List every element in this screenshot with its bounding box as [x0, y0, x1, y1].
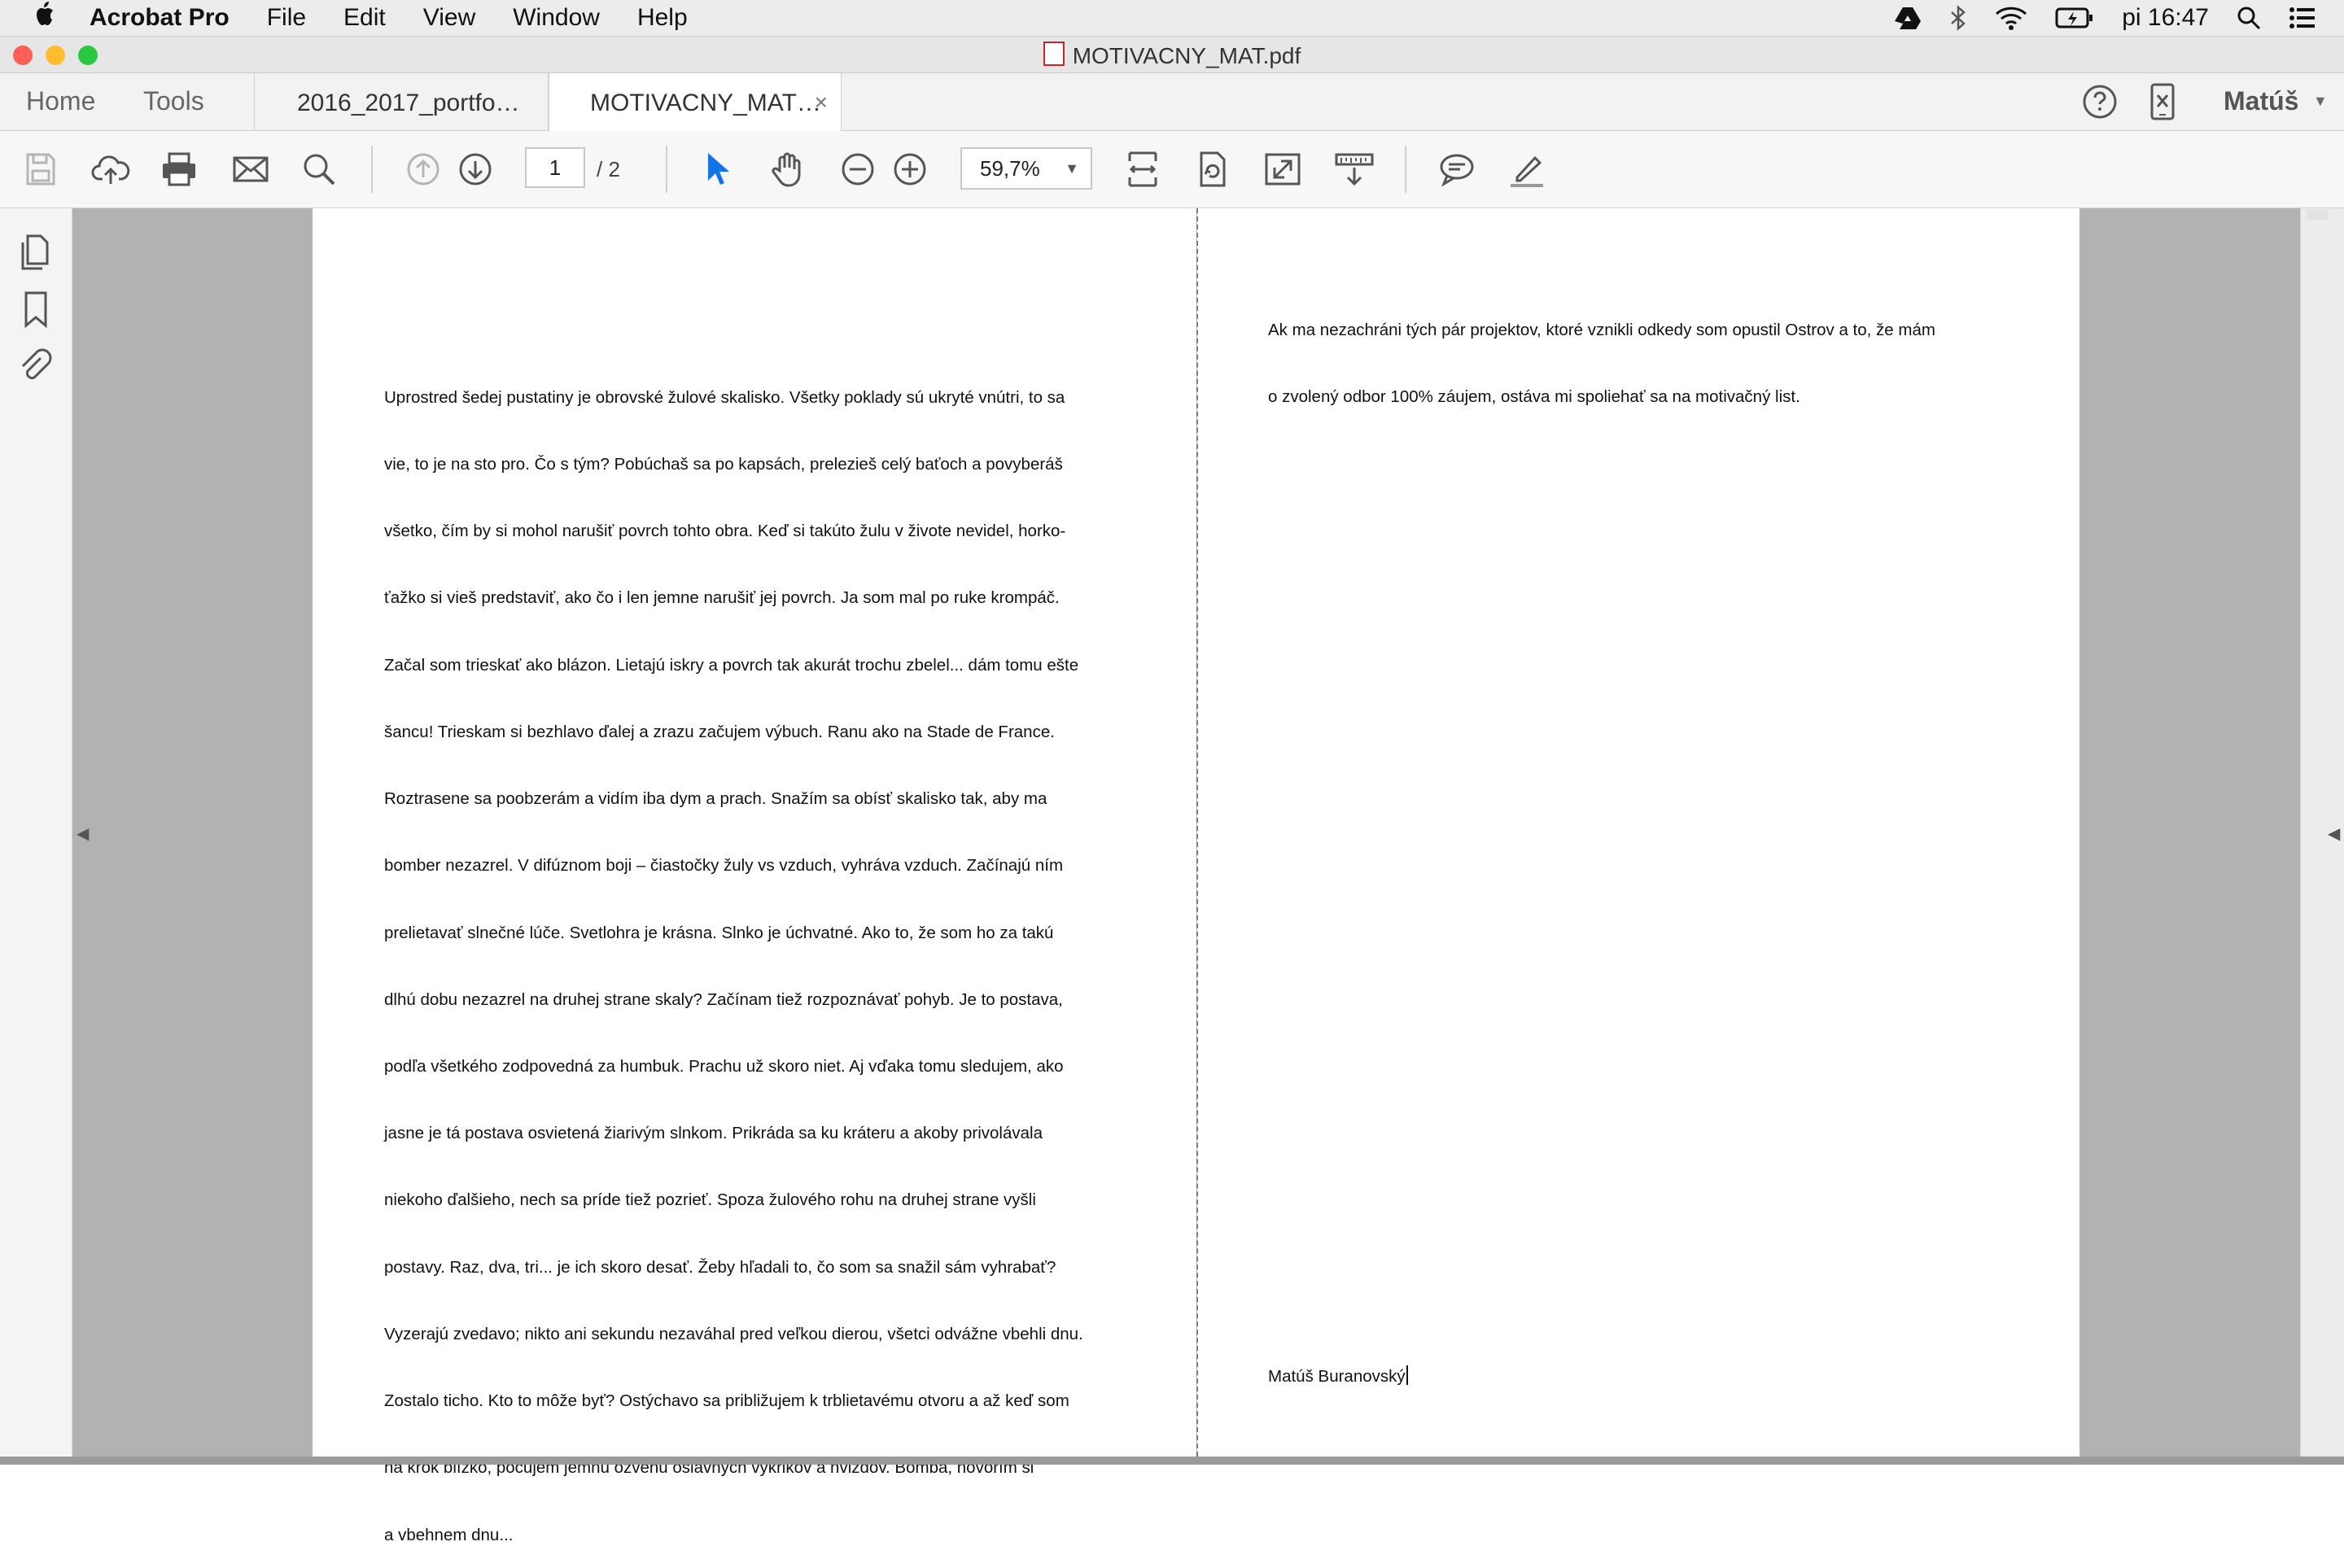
text-line: Začal som trieskať ako blázon. Lietajú i… [384, 655, 1079, 675]
text-line: Zostalo ticho. Kto to môže byť? Ostýchav… [384, 1391, 1069, 1411]
close-tab-icon[interactable]: × [815, 90, 828, 116]
bookmarks-icon[interactable] [16, 290, 55, 329]
rotate-view-icon[interactable] [1193, 150, 1232, 189]
text-line: Roztrasene sa poobzerám a vidím iba dym … [384, 789, 1047, 809]
hand-tool-icon[interactable] [768, 150, 807, 189]
page-divider [1196, 208, 1198, 1465]
menu-help[interactable]: Help [637, 4, 688, 32]
text-line: šancu! Trieskam si bezhlavo ďalej a zraz… [384, 722, 1055, 741]
signature-text: Matúš Buranovský [1268, 1367, 1406, 1386]
menu-view[interactable]: View [423, 4, 475, 32]
zoom-in-icon[interactable] [890, 150, 929, 189]
toolbar-divider [1405, 146, 1406, 193]
menu-edit[interactable]: Edit [343, 4, 386, 32]
page-total: / 2 [597, 157, 620, 181]
battery-icon[interactable] [2055, 7, 2094, 29]
document-tab-label: MOTIVACNY_MAT… [590, 90, 821, 116]
page-thumbnails-icon[interactable] [16, 233, 55, 272]
page-2-body-text: Ak ma nezachráni tých pár projektov, kto… [1268, 274, 1935, 430]
window-title-text: MOTIVACNY_MAT.pdf [1072, 43, 1301, 68]
google-drive-icon[interactable] [1894, 6, 1922, 30]
previous-page-icon[interactable] [404, 150, 443, 189]
text-line: a vbehnem dnu... [384, 1525, 514, 1544]
bluetooth-icon[interactable] [1949, 5, 1967, 31]
cloud-upload-icon[interactable] [91, 150, 130, 189]
search-icon[interactable] [300, 150, 339, 189]
text-line: ťažko si vieš predstaviť, ako čo i len j… [384, 588, 1060, 608]
text-line: o zvolený odbor 100% záujem, ostáva mi s… [1268, 387, 1800, 407]
scroll-mode-icon[interactable] [1335, 150, 1374, 189]
clock[interactable]: pi 16:47 [2122, 4, 2209, 32]
text-line: vie, to je na sto pro. Čo s tým? Pobúcha… [384, 455, 1063, 474]
menu-file[interactable]: File [267, 4, 306, 32]
navigation-pane [0, 208, 72, 1465]
signature-line[interactable]: Matúš Buranovský [1268, 1365, 1408, 1387]
save-icon[interactable] [21, 150, 60, 189]
page-number-input[interactable]: 1 [525, 147, 585, 188]
text-line: Uprostred šedej pustatiny je obrovské žu… [384, 387, 1065, 407]
next-page-icon[interactable] [456, 150, 495, 189]
window-title: MOTIVACNY_MAT.pdf [0, 41, 2344, 69]
page-1-body-text: Uprostred šedej pustatiny je obrovské žu… [384, 342, 1133, 1568]
main-toolbar: 1 / 2 59,7% ▼ [0, 131, 2344, 208]
text-line: podľa všetkého zodpovedná za humbuk. Pra… [384, 1057, 1064, 1076]
email-icon[interactable] [231, 150, 270, 189]
tab-tools[interactable]: Tools [143, 86, 204, 116]
text-line: prelietavať slnečné lúče. Svetlohra je k… [384, 923, 1054, 942]
pdf-file-icon [1043, 41, 1065, 66]
menu-window[interactable]: Window [513, 4, 600, 32]
highlight-pen-icon[interactable] [1507, 150, 1546, 189]
window-title-bar: MOTIVACNY_MAT.pdf [0, 37, 2344, 73]
zoom-out-icon[interactable] [838, 150, 877, 189]
tab-bar: Home Tools 2016_2017_portfo… MOTIVACNY_M… [0, 73, 2344, 131]
text-line: jasne je tá postava osvietená žiarivým s… [384, 1124, 1043, 1143]
window-bottom-edge [0, 1457, 2344, 1465]
text-line: Vyzerajú zvedavo; nikto ani sekundu neza… [384, 1324, 1083, 1343]
document-tab-motivacny[interactable]: MOTIVACNY_MAT… × [549, 73, 842, 131]
apple-menu-icon[interactable] [0, 0, 90, 37]
spotlight-icon[interactable] [2237, 6, 2261, 30]
print-icon[interactable] [160, 150, 199, 189]
fit-page-width-icon[interactable] [1123, 150, 1162, 189]
zoom-level-value: 59,7% [980, 156, 1040, 181]
scrollbar-thumb[interactable] [2307, 210, 2329, 220]
text-line: bomber nezazrel. V difúznom boji – čiast… [384, 856, 1064, 876]
toolbar-divider [371, 146, 373, 193]
text-line: dlhú dobu nezazrel na druhej strane skal… [384, 989, 1063, 1009]
toolbar-divider [666, 146, 667, 193]
text-line: postavy. Raz, dva, tri... je ich skoro d… [384, 1257, 1056, 1277]
tab-home[interactable]: Home [26, 86, 95, 116]
zoom-level-select[interactable]: 59,7% ▼ [960, 147, 1092, 190]
comment-icon[interactable] [1437, 150, 1476, 189]
text-line: Ak ma nezachráni tých pár projektov, kto… [1268, 320, 1935, 339]
document-tab-label: 2016_2017_portfo… [297, 90, 520, 116]
full-screen-icon[interactable] [1263, 150, 1302, 189]
attachments-icon[interactable] [16, 347, 55, 386]
text-line: všetko, čím by si mohol narušiť povrch t… [384, 522, 1066, 541]
chevron-down-icon: ▼ [1065, 160, 1079, 177]
chevron-down-icon[interactable]: ▼ [2313, 93, 2328, 110]
menu-bar: Acrobat Pro File Edit View Window Help p… [0, 0, 2344, 37]
select-tool-icon[interactable] [698, 150, 737, 189]
user-account-menu[interactable]: Matúš [2224, 86, 2298, 116]
collapse-left-pane-icon[interactable]: ◀ [77, 823, 89, 844]
document-tab-portfolio[interactable]: 2016_2017_portfo… [254, 73, 549, 130]
collapse-right-pane-icon[interactable]: ◀ [2328, 823, 2340, 844]
text-cursor [1406, 1365, 1408, 1385]
text-line: niekoho ďalšieho, nech sa príde tiež poz… [384, 1190, 1036, 1210]
notification-center-icon[interactable] [2289, 7, 2316, 29]
wifi-icon[interactable] [1995, 6, 2027, 30]
menu-app-name[interactable]: Acrobat Pro [90, 4, 230, 32]
